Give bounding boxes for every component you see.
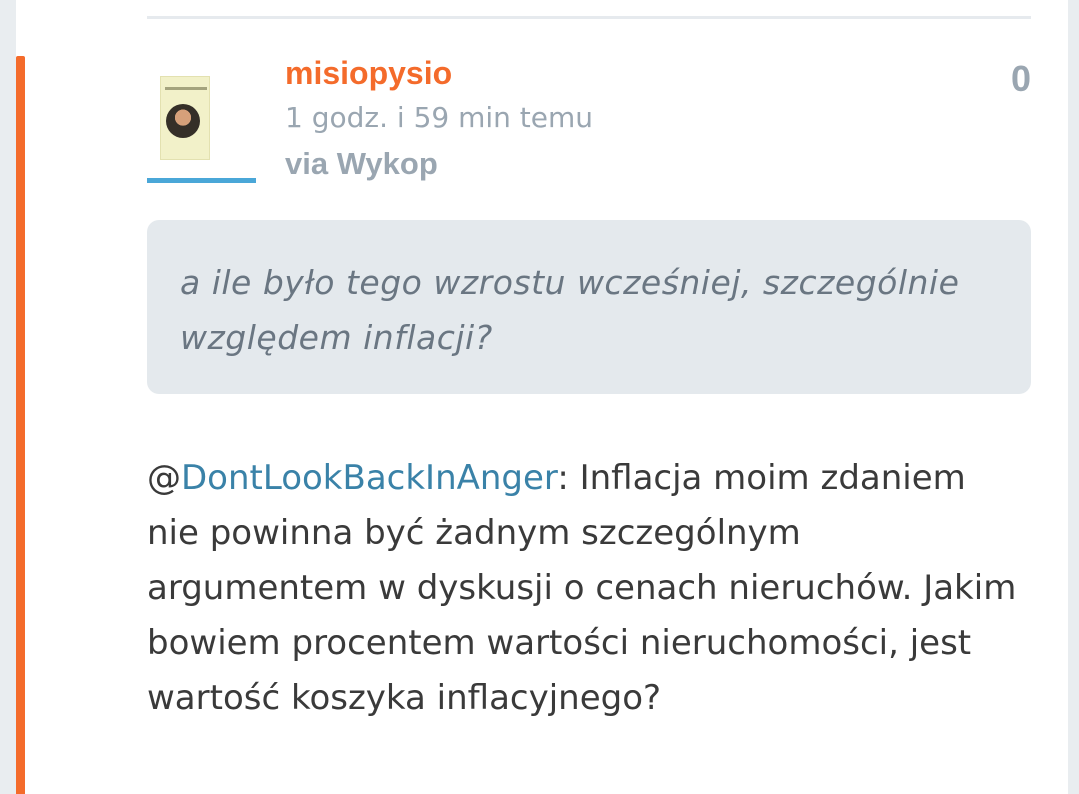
entry-body: @DontLookBackInAnger: Inflacja moim zdan… (147, 451, 1027, 726)
page: misiopysio 1 godz. i 59 min temu via Wyk… (0, 0, 1079, 794)
entry-timestamp[interactable]: 1 godz. i 59 min temu (285, 101, 593, 137)
top-divider (147, 16, 1031, 19)
avatar-underline (147, 178, 256, 183)
author-username[interactable]: misiopysio (285, 55, 452, 95)
vote-count[interactable]: 0 (1011, 58, 1031, 100)
quoted-text-block: a ile było tego wzrostu wcześniej, szcze… (147, 220, 1031, 394)
new-entry-accent-bar (16, 56, 25, 794)
avatar-face (166, 104, 200, 138)
avatar-caption-strip (165, 87, 207, 90)
user-avatar-icon (160, 76, 210, 160)
entry-source: via Wykop (285, 146, 438, 181)
mention-at-sign: @ (147, 458, 181, 498)
quote-text: a ile było tego wzrostu wcześniej, szcze… (180, 263, 960, 357)
user-mention-link[interactable]: DontLookBackInAnger (181, 458, 557, 498)
author-avatar[interactable] (160, 76, 240, 160)
